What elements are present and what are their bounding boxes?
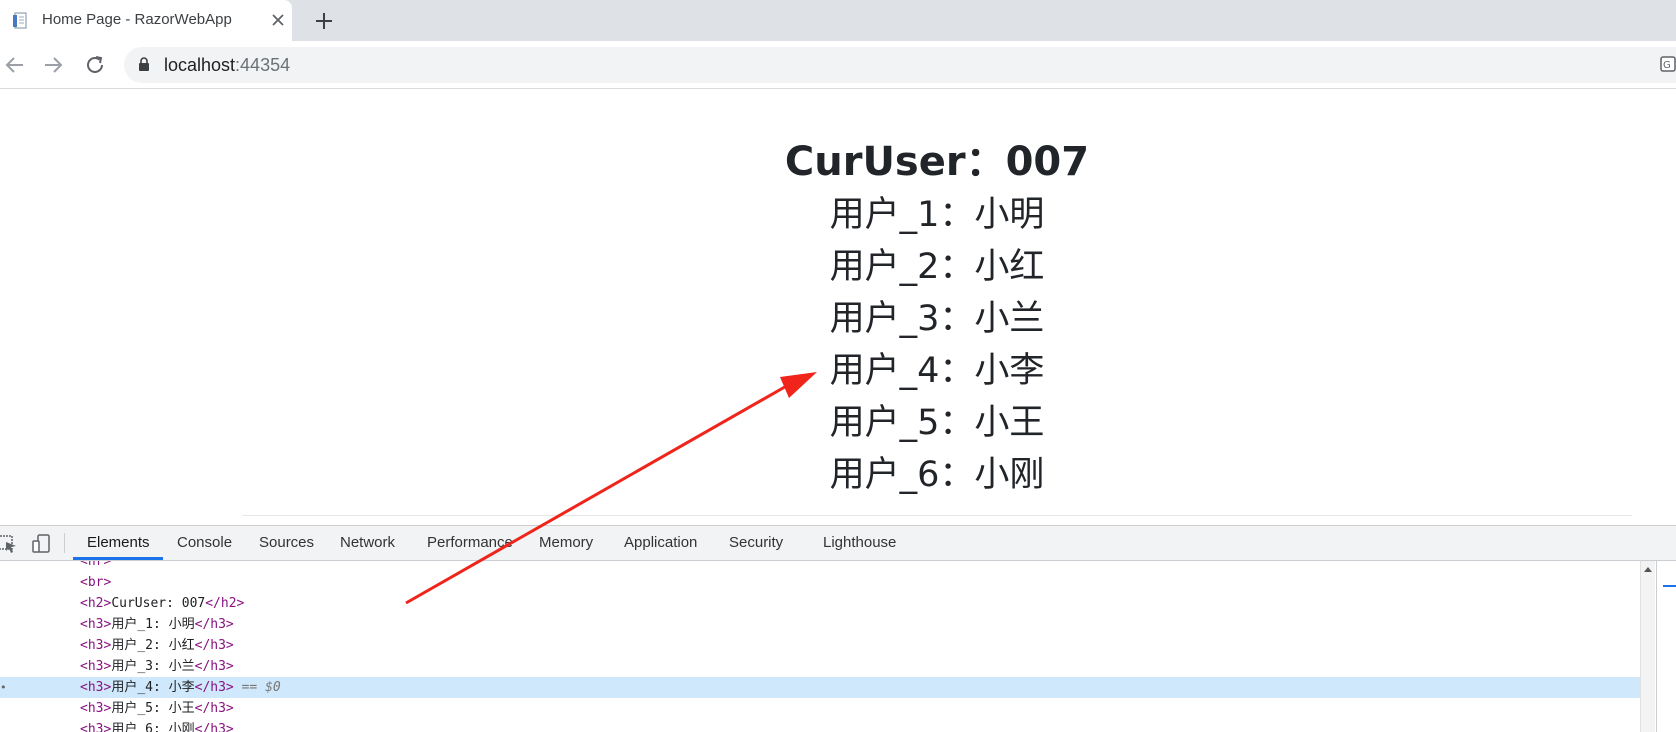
tab-strip: Home Page - RazorWebApp: [0, 0, 1676, 41]
tab-lighthouse[interactable]: Lighthouse: [823, 526, 896, 560]
device-toolbar-icon[interactable]: [32, 534, 52, 554]
reload-icon[interactable]: [83, 53, 107, 77]
cur-user-heading: CurUser：007: [784, 139, 1090, 185]
tab-memory[interactable]: Memory: [539, 526, 593, 560]
browser-toolbar: localhost:44354 G: [0, 41, 1676, 89]
dom-node-h3[interactable]: <h3>用户_5: 小王</h3>: [0, 698, 1640, 719]
close-icon[interactable]: [268, 10, 288, 30]
browser-tab[interactable]: Home Page - RazorWebApp: [0, 0, 292, 41]
dom-tree-scrollbar[interactable]: [1640, 561, 1655, 732]
user-item-5: 用户_5：小王: [829, 403, 1045, 443]
inspect-element-icon[interactable]: [0, 534, 18, 554]
tab-network[interactable]: Network: [340, 526, 395, 560]
dom-node-h3[interactable]: <h3>用户_6: 小刚</h3>: [0, 719, 1640, 732]
translate-icon[interactable]: G: [1660, 55, 1676, 75]
dom-node-h3[interactable]: <h3>用户_2: 小红</h3>: [0, 635, 1640, 656]
toolbar-divider: [64, 533, 65, 553]
user-item-2: 用户_2：小红: [829, 247, 1045, 287]
active-tab-indicator: [73, 557, 163, 560]
dom-node-h3[interactable]: <h3>用户_1: 小明</h3>: [0, 614, 1640, 635]
user-item-4: 用户_4：小李: [829, 351, 1045, 391]
lock-icon[interactable]: [138, 57, 150, 72]
tab-elements[interactable]: Elements: [87, 526, 150, 560]
svg-text:G: G: [1663, 60, 1671, 71]
scroll-up-icon[interactable]: [1644, 567, 1652, 572]
tab-console[interactable]: Console: [177, 526, 232, 560]
tab-application[interactable]: Application: [624, 526, 697, 560]
url-text[interactable]: localhost:44354: [164, 55, 290, 76]
address-bar[interactable]: localhost:44354: [124, 47, 1676, 83]
back-icon[interactable]: [3, 53, 27, 77]
new-tab-icon[interactable]: [313, 10, 335, 32]
tab-security[interactable]: Security: [729, 526, 783, 560]
selected-marker: •: [0, 681, 7, 694]
horizontal-rule: [242, 515, 1632, 516]
devtools-tabbar: Elements Console Sources Network Perform…: [0, 526, 1676, 561]
page-content: CurUser：007 用户_1：小明 用户_2：小红 用户_3：小兰 用户_4…: [0, 89, 1676, 525]
user-item-3: 用户_3：小兰: [829, 299, 1045, 339]
devtools-panel: Elements Console Sources Network Perform…: [0, 525, 1676, 732]
dom-node-h2[interactable]: <h2>CurUser: 007</h2>: [0, 593, 1640, 614]
side-pane-tab-indicator: [1663, 585, 1676, 587]
dom-node-h3-selected[interactable]: • <h3>用户_4: 小李</h3> == $0: [0, 677, 1640, 698]
tab-performance[interactable]: Performance: [427, 526, 513, 560]
tab-title: Home Page - RazorWebApp: [42, 11, 232, 28]
dom-node-hr[interactable]: <hr>: [0, 561, 1640, 572]
forward-icon[interactable]: [41, 53, 65, 77]
dom-node-h3[interactable]: <h3>用户_3: 小兰</h3>: [0, 656, 1640, 677]
tab-sources[interactable]: Sources: [259, 526, 314, 560]
user-item-6: 用户_6：小刚: [829, 455, 1045, 495]
styles-side-pane: [1656, 561, 1676, 732]
dom-node-br[interactable]: <br>: [0, 572, 1640, 593]
page-icon: [13, 12, 27, 29]
user-item-1: 用户_1：小明: [829, 195, 1045, 235]
dom-tree: <hr> <br> <h2>CurUser: 007</h2> <h3>用户_1…: [0, 561, 1640, 732]
